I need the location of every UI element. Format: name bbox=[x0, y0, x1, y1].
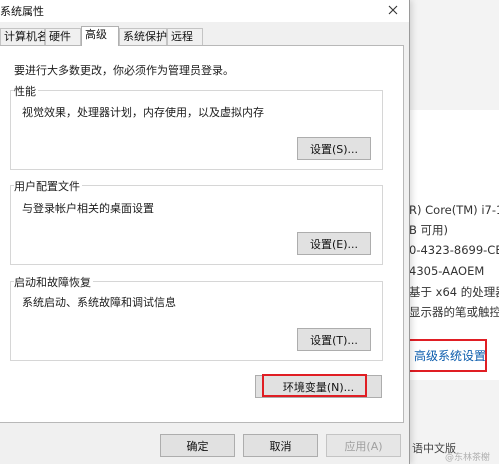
cancel-button[interactable]: 取消 bbox=[243, 434, 318, 457]
pen-touch-line: 显示器的笔或触控输 bbox=[409, 305, 499, 319]
system-type-line: 基于 x64 的处理器 bbox=[409, 285, 499, 299]
tab-hardware[interactable]: 硬件 bbox=[45, 28, 81, 45]
dialog-footer: 确定 取消 应用(A) bbox=[0, 424, 409, 464]
tab-strip: 计算机名 硬件 高级 系统保护 远程 bbox=[0, 26, 409, 46]
performance-title: 性能 bbox=[14, 83, 38, 99]
processor-line: R) Core(TM) i7-137 bbox=[409, 203, 499, 217]
title-bar: 系统属性 bbox=[0, 0, 409, 22]
advanced-system-settings-link[interactable]: 高级系统设置 bbox=[407, 339, 487, 372]
startup-recovery-description: 系统启动、系统故障和调试信息 bbox=[22, 296, 176, 309]
user-profiles-title: 用户配置文件 bbox=[14, 178, 82, 194]
tab-computer-name[interactable]: 计算机名 bbox=[0, 28, 48, 45]
user-profiles-description: 与登录帐户相关的桌面设置 bbox=[22, 202, 154, 215]
close-icon bbox=[388, 5, 398, 18]
close-button[interactable] bbox=[376, 0, 409, 22]
startup-recovery-title: 启动和故障恢复 bbox=[14, 274, 93, 290]
system-properties-dialog: 系统属性 计算机名 硬件 高级 系统保护 远程 要进行大多数更改，你必须作为管理… bbox=[0, 0, 410, 464]
user-profiles-settings-button[interactable]: 设置(E)... bbox=[297, 232, 371, 255]
tab-advanced[interactable]: 高级 bbox=[81, 26, 119, 46]
tab-remote[interactable]: 远程 bbox=[167, 28, 203, 45]
startup-recovery-settings-button[interactable]: 设置(T)... bbox=[297, 328, 371, 351]
advanced-system-settings-label: 高级系统设置 bbox=[414, 349, 487, 363]
device-id-line: 0-4323-8699-CE06 bbox=[409, 243, 499, 257]
tab-system-protection[interactable]: 系统保护 bbox=[119, 28, 167, 45]
watermark: @东林茶榭 bbox=[445, 453, 491, 463]
performance-settings-button[interactable]: 设置(S)... bbox=[297, 137, 371, 160]
environment-variables-button[interactable]: 环境变量(N)... bbox=[255, 375, 382, 398]
dialog-title: 系统属性 bbox=[0, 5, 44, 18]
ok-button[interactable]: 确定 bbox=[160, 434, 235, 457]
ram-line: B 可用) bbox=[409, 223, 449, 237]
apply-button[interactable]: 应用(A) bbox=[326, 434, 401, 457]
performance-description: 视觉效果，处理器计划，内存使用，以及虚拟内存 bbox=[22, 106, 264, 119]
admin-notice: 要进行大多数更改，你必须作为管理员登录。 bbox=[14, 64, 234, 77]
product-id-line: 4305-AAOEM bbox=[409, 264, 485, 278]
